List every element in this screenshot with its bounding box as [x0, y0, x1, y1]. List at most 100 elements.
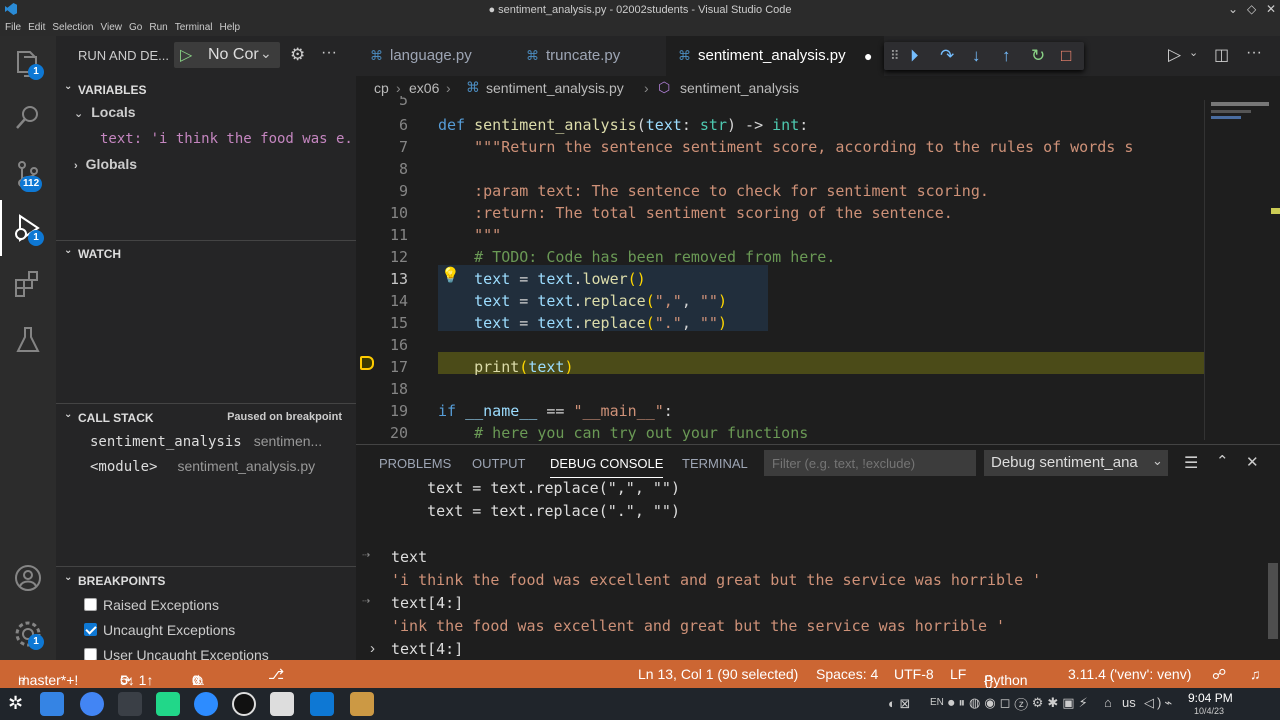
breakpoint-current-icon[interactable]	[360, 356, 374, 370]
run-debug-icon[interactable]: 1	[12, 212, 44, 246]
run-python-file-icon[interactable]: ▷	[1168, 45, 1181, 65]
more-actions-icon[interactable]: ···	[321, 44, 337, 62]
stop-icon[interactable]: □	[1061, 46, 1071, 66]
breakpoint-raised-exceptions[interactable]: Raised Exceptions	[84, 597, 219, 613]
gear-icon[interactable]: ⚙	[290, 45, 305, 65]
code-line[interactable]: print(text)	[438, 356, 573, 378]
clock-time[interactable]: 9:04 PM	[1188, 691, 1233, 705]
stack-frame[interactable]: sentiment_analysis sentimen...	[90, 433, 322, 450]
tab-terminal[interactable]: TERMINAL	[682, 456, 748, 471]
menu-file[interactable]: File	[5, 22, 21, 33]
debug-config-select[interactable]: ▷ No Cor ⌄	[174, 42, 280, 68]
code-line[interactable]: text = text.lower()	[438, 268, 646, 290]
breadcrumb-cp[interactable]: cp	[374, 80, 389, 96]
app-icon[interactable]	[350, 692, 374, 716]
code-line[interactable]: # TODO: Code has been removed from here.	[438, 246, 835, 268]
menu-go[interactable]: Go	[129, 22, 142, 33]
zoom-icon[interactable]	[194, 692, 218, 716]
tab-output[interactable]: OUTPUT	[472, 456, 525, 471]
obs-icon[interactable]	[232, 692, 256, 716]
checkbox-checked[interactable]	[84, 623, 97, 636]
code-line[interactable]: """	[438, 224, 501, 246]
tab-debug-console[interactable]: DEBUG CONSOLE	[550, 456, 664, 478]
variables-section-header[interactable]: ⌄ VARIABLES	[56, 78, 356, 100]
volume-icons[interactable]: ◁)⌁	[1144, 695, 1175, 711]
close-panel-icon[interactable]: ✕	[1246, 453, 1259, 471]
close-window-icon[interactable]: ✕	[1266, 2, 1276, 16]
debug-session-select[interactable]: Debug sentiment_ana ⌄	[984, 450, 1168, 476]
code-line[interactable]: :return: The total sentiment scoring of …	[438, 202, 953, 224]
python-interpreter[interactable]: 3.11.4 ('venv': venv)	[1068, 666, 1191, 682]
menu-terminal[interactable]: Terminal	[175, 22, 213, 33]
code-line[interactable]: :param text: The sentence to check for s…	[438, 180, 989, 202]
tab-language[interactable]: ⌘ language.py	[370, 36, 472, 76]
breakpoints-section-header[interactable]: ⌄ BREAKPOINTS	[56, 569, 356, 591]
code-line[interactable]: def sentiment_analysis(text: str) -> int…	[438, 114, 808, 136]
watch-section-header[interactable]: ⌄ WATCH	[56, 242, 356, 264]
breakpoint-user-uncaught-exceptions[interactable]: User Uncaught Exceptions	[84, 647, 269, 660]
code-line[interactable]: # here you can try out your functions	[438, 422, 808, 444]
extensions-icon[interactable]	[12, 268, 44, 300]
clock-date[interactable]: 10/4/23	[1194, 706, 1224, 716]
feedback-icon[interactable]: ☍	[1212, 666, 1226, 683]
drag-handle-icon[interactable]: ⠿	[890, 48, 900, 64]
tray-app-icons[interactable]: ⏺⏸◍◉◻ⓩ⚙✱▣⚡	[948, 695, 1092, 711]
callstack-section-header[interactable]: ⌄ CALL STACK Paused on breakpoint	[56, 406, 356, 428]
console-input[interactable]: › text[4:]	[356, 639, 1266, 661]
source-control-icon[interactable]: 112	[12, 158, 44, 192]
chrome-icon[interactable]	[80, 692, 104, 716]
tab-truncate[interactable]: ⌘ truncate.py	[526, 36, 620, 76]
terminal-icon[interactable]	[118, 692, 142, 716]
start-menu-icon[interactable]: ✲	[8, 693, 23, 714]
debug-status-icon[interactable]: ⎇	[268, 666, 284, 683]
maximize-icon[interactable]: ◇	[1247, 2, 1256, 16]
lightbulb-icon[interactable]: 💡	[441, 266, 460, 284]
start-debugging-icon[interactable]: ▷	[180, 45, 192, 65]
indentation[interactable]: Spaces: 4	[816, 666, 878, 682]
breakpoint-uncaught-exceptions[interactable]: Uncaught Exceptions	[84, 622, 235, 638]
menu-selection[interactable]: Selection	[52, 22, 93, 33]
code-line[interactable]: if __name__ == "__main__":	[438, 400, 673, 422]
checkbox[interactable]	[84, 648, 97, 660]
checkbox[interactable]	[84, 598, 97, 611]
files-icon[interactable]	[40, 692, 64, 716]
local-variable-text[interactable]: text: 'i think the food was e...	[100, 131, 370, 147]
console-filter-input[interactable]	[764, 450, 976, 476]
keyboard-lang[interactable]: EN	[930, 697, 944, 708]
menu-view[interactable]: View	[101, 22, 123, 33]
minimize-icon[interactable]: ⌄	[1228, 2, 1238, 16]
breadcrumb-function[interactable]: sentiment_analysis	[680, 80, 799, 96]
continue-icon[interactable]: ⏵	[910, 46, 919, 66]
menu-help[interactable]: Help	[220, 22, 241, 33]
locals-scope[interactable]: ⌄ Locals	[74, 104, 136, 120]
end-of-line[interactable]: LF	[950, 666, 966, 682]
tab-sentiment-analysis[interactable]: ⌘ sentiment_analysis.py ●	[666, 36, 884, 76]
maximize-panel-icon[interactable]: ⌃	[1216, 452, 1229, 470]
breadcrumb-file[interactable]: sentiment_analysis.py	[486, 80, 624, 96]
more-actions-icon[interactable]: ···	[1246, 44, 1262, 62]
scrollbar-thumb[interactable]	[1268, 563, 1278, 639]
testing-flask-icon[interactable]	[12, 324, 44, 356]
document-viewer-icon[interactable]	[270, 692, 294, 716]
step-into-icon[interactable]: ↓	[972, 46, 981, 66]
vscode-taskbar-icon[interactable]	[310, 692, 334, 716]
menu-edit[interactable]: Edit	[28, 22, 45, 33]
tab-problems[interactable]: PROBLEMS	[379, 456, 451, 471]
code-line[interactable]: text = text.replace(".", "")	[438, 312, 727, 334]
unsaved-dot-icon[interactable]: ●	[864, 48, 872, 64]
chevron-down-icon[interactable]: ⌄	[1189, 46, 1198, 59]
cursor-position[interactable]: Ln 13, Col 1 (90 selected)	[638, 666, 798, 682]
step-over-icon[interactable]: ↷	[940, 46, 954, 66]
encoding[interactable]: UTF-8	[894, 666, 934, 682]
notifications-icon[interactable]: ♫	[1250, 666, 1261, 682]
stack-frame[interactable]: <module> sentiment_analysis.py	[90, 458, 315, 475]
minimap[interactable]	[1204, 100, 1280, 440]
code-line[interactable]: text = text.replace(",", "")	[438, 290, 727, 312]
restart-icon[interactable]: ↻	[1031, 46, 1045, 66]
pycharm-icon[interactable]	[156, 692, 180, 716]
network-icon[interactable]: ⌂	[1104, 695, 1112, 710]
globals-scope[interactable]: › Globals	[74, 156, 137, 172]
explorer-icon[interactable]: 1	[12, 48, 44, 80]
clear-console-icon[interactable]: ☰	[1184, 453, 1198, 473]
menu-run[interactable]: Run	[149, 22, 167, 33]
